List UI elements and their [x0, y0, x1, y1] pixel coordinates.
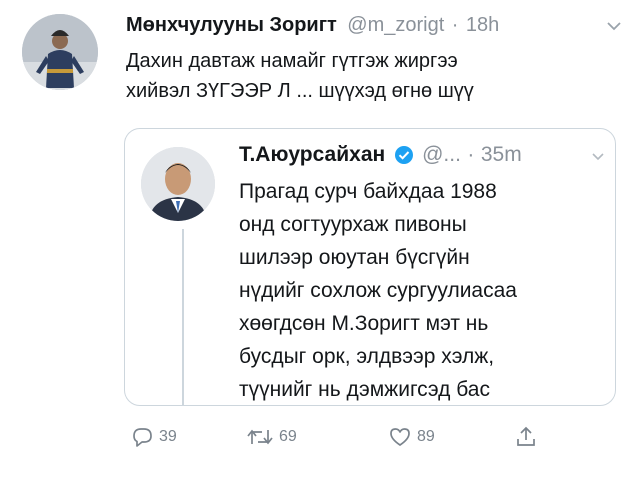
- author-avatar[interactable]: [22, 14, 98, 90]
- person-in-traditional-deel-icon: [22, 14, 98, 90]
- tweet-text: Дахин давтаж намайг гүтгэж жиргээ хийвэл…: [126, 46, 626, 106]
- author-name[interactable]: Мөнхчулууны Зоригт: [126, 14, 337, 36]
- quoted-tweet-header: Т.Аюурсайхан @... · 35m: [239, 143, 605, 173]
- quoted-text-line: нүдийг сохлож сургуулиасаа: [239, 279, 517, 302]
- quoted-tweet-time[interactable]: 35m: [481, 143, 522, 166]
- quoted-text-line: бусдыг орк, элдвээр хэлж,: [239, 345, 495, 368]
- thread-line: [182, 229, 184, 405]
- quoted-author-avatar[interactable]: [141, 147, 215, 221]
- quoted-text-line: шилээр оюутан бүсгүйн: [239, 246, 470, 269]
- author-handle[interactable]: @m_zorigt: [347, 14, 444, 36]
- quoted-author-handle[interactable]: @...: [422, 143, 461, 166]
- quoted-tweet-text: Прагад сурч байхдаа 1988 онд согтуурхаж …: [239, 175, 609, 405]
- tweet-text-line: Дахин давтаж намайг гүтгэж жиргээ: [126, 50, 458, 72]
- reply-count: 39: [159, 428, 177, 445]
- like-button[interactable]: 89: [388, 422, 435, 452]
- quoted-text-line: онд согтуурхаж пивоны: [239, 213, 467, 236]
- retweet-icon: [247, 429, 273, 445]
- share-icon: [517, 426, 535, 446]
- reply-button[interactable]: 39: [130, 422, 177, 452]
- chevron-down-icon[interactable]: [606, 20, 622, 32]
- reply-icon: [133, 428, 152, 447]
- quoted-author-name[interactable]: Т.Аюурсайхан: [239, 143, 385, 166]
- verified-badge-icon: [394, 146, 413, 164]
- tweet-text-line: хийвэл ЗҮГЭЭР Л ... шүүхэд өгнө шүү: [126, 80, 474, 102]
- retweet-button[interactable]: 69: [246, 422, 297, 452]
- tweet[interactable]: Мөнхчулууны Зоригт @m_zorigt · 18h Дахин…: [0, 0, 640, 480]
- quoted-tweet-card[interactable]: Т.Аюурсайхан @... · 35m Прагад сурч байх…: [124, 128, 616, 406]
- tweet-actions: 39 69 89: [126, 422, 626, 452]
- separator-dot: ·: [451, 14, 459, 36]
- quoted-text-line: түүнийг нь дэмжигсэд бас: [239, 378, 490, 401]
- share-button[interactable]: [514, 422, 538, 452]
- like-icon: [390, 428, 410, 446]
- separator-dot: ·: [467, 143, 475, 166]
- quoted-text-line: хөөгдсөн М.Зоригт мэт нь: [239, 312, 489, 335]
- retweet-count: 69: [279, 428, 297, 445]
- tweet-time[interactable]: 18h: [466, 14, 499, 36]
- tweet-header: Мөнхчулууны Зоригт @m_zorigt · 18h: [126, 14, 624, 42]
- person-in-suit-icon: [141, 147, 215, 221]
- quoted-text-line: Прагад сурч байхдаа 1988: [239, 180, 497, 203]
- like-count: 89: [417, 428, 435, 445]
- chevron-down-icon[interactable]: [591, 151, 605, 162]
